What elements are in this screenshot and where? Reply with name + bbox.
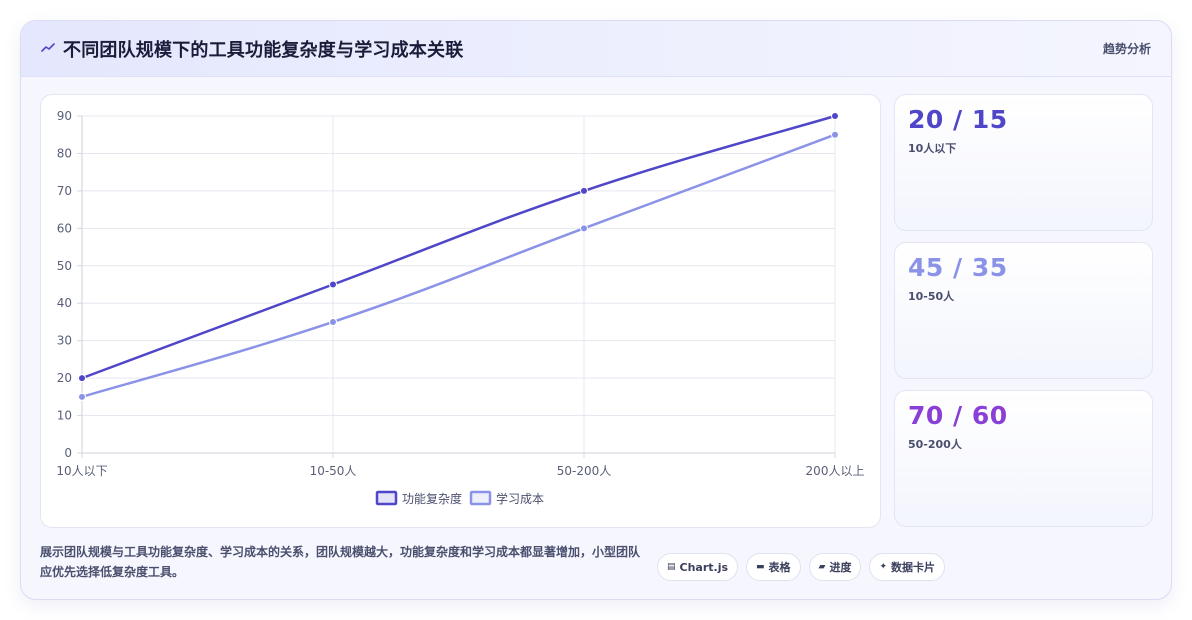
- card-header: 不同团队规模下的工具功能复杂度与学习成本关联 趋势分析: [21, 21, 1171, 77]
- tag-list: ▤ Chart.js ▬ 表格 ▰ 进度 ✦ 数据卡片: [657, 553, 946, 581]
- legend-swatch: [375, 490, 398, 506]
- legend-label: 功能复杂度: [402, 491, 462, 506]
- series-point-2: [329, 317, 337, 326]
- chart-description: 展示团队规模与工具功能复杂度、学习成本的关系，团队规模越大，功能复杂度和学习成本…: [40, 545, 641, 579]
- sparkle-icon: ✦: [879, 562, 888, 572]
- series-point-2: [831, 130, 839, 139]
- y-tick-label: 90: [57, 109, 72, 123]
- series-point-1: [329, 280, 337, 289]
- stat-card-3: 70 / 60 50-200人: [894, 390, 1153, 527]
- y-tick-label: 30: [57, 334, 72, 348]
- chart-panel: 0 10 20 30 40 50 60 70 80 90 10人以下 10-50人 50-200人 200…: [40, 94, 881, 528]
- series-line-1: [80, 114, 837, 380]
- trend-badge: 趋势分析: [1102, 42, 1151, 56]
- stat-value: 45 / 35: [908, 253, 1008, 282]
- chart-title: 不同团队规模下的工具功能复杂度与学习成本关联: [63, 40, 464, 61]
- tag-chartjs[interactable]: ▤ Chart.js: [657, 553, 739, 581]
- chart-card: 不同团队规模下的工具功能复杂度与学习成本关联 趋势分析 0 10 20 30 40 50 6…: [20, 20, 1172, 600]
- stat-card-2: 45 / 35 10-50人: [894, 242, 1153, 379]
- trend-line-icon: [41, 43, 55, 52]
- legend-label: 学习成本: [496, 491, 544, 506]
- tag-label: 进度: [829, 561, 852, 574]
- tag-label: 数据卡片: [891, 561, 936, 574]
- stat-card-1: 20 / 15 10人以下: [894, 94, 1153, 231]
- tag-label: 表格: [768, 561, 791, 574]
- y-tick-label: 60: [57, 221, 72, 235]
- x-tick-label: 200人以上: [806, 464, 865, 478]
- table-icon: ▬: [756, 562, 765, 572]
- progress-icon: ▰: [818, 562, 826, 572]
- stat-label: 10人以下: [908, 142, 957, 155]
- series-point-1: [78, 374, 86, 383]
- y-tick-label: 20: [57, 371, 72, 385]
- legend-swatch: [469, 490, 492, 506]
- y-tick-label: 80: [57, 146, 72, 160]
- series-point-2: [580, 224, 588, 233]
- stat-label: 10-50人: [908, 290, 955, 303]
- series-point-1: [580, 186, 588, 195]
- tag-data-card[interactable]: ✦ 数据卡片: [869, 553, 946, 581]
- x-tick-label: 10-50人: [310, 464, 357, 478]
- y-tick-label: 70: [57, 184, 72, 198]
- series-point-2: [78, 392, 86, 401]
- y-tick-label: 50: [57, 259, 72, 273]
- x-tick-label: 10人以下: [56, 464, 107, 478]
- stat-value: 20 / 15: [908, 105, 1008, 134]
- stat-label: 50-200人: [908, 438, 962, 451]
- tag-progress[interactable]: ▰ 进度: [808, 553, 862, 581]
- tag-table[interactable]: ▬ 表格: [746, 553, 801, 581]
- line-chart: 0 10 20 30 40 50 60 70 80 90 10人以下 10-50人 50-200人 200…: [56, 109, 865, 506]
- series-point-1: [831, 112, 839, 120]
- tag-label: Chart.js: [679, 560, 729, 574]
- x-tick-label: 50-200人: [557, 464, 612, 478]
- y-tick-label: 0: [64, 446, 72, 460]
- y-tick-label: 40: [57, 296, 72, 310]
- stat-value: 70 / 60: [908, 401, 1008, 430]
- y-tick-label: 10: [57, 409, 72, 423]
- chart-icon: ▤: [667, 562, 676, 572]
